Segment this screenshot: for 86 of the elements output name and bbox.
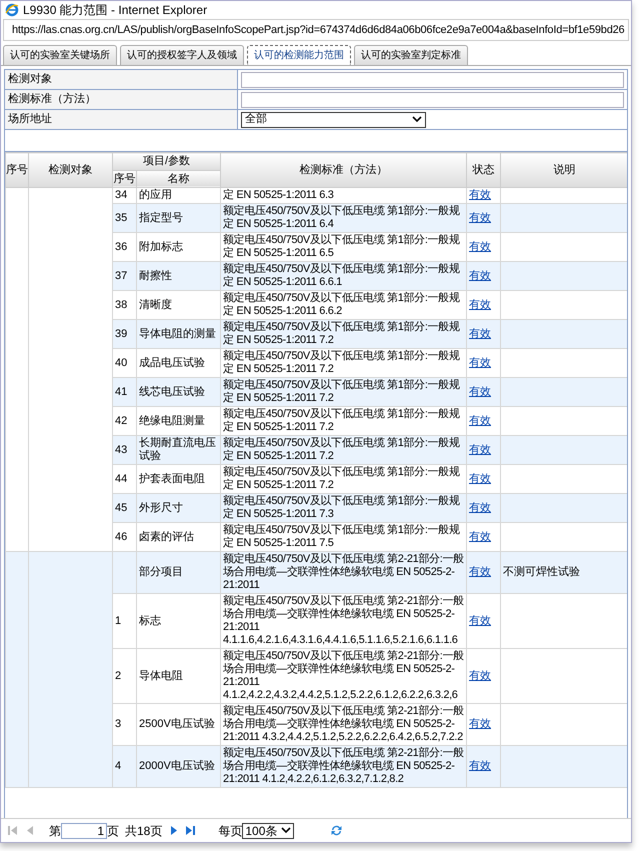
standard-text: 额定电压450/750V及以下低压电缆 第1部分:一般规定 EN 50525-1:2011 6.6.2: [223, 292, 461, 318]
column-header[interactable]: 名称: [136, 170, 220, 188]
item-number: 40: [115, 356, 128, 370]
page-label: 第: [49, 824, 61, 838]
item-number: 1: [115, 614, 122, 628]
item-name: 2500V电压试验: [139, 718, 216, 731]
standard-text: 额定电压450/750V及以下低压电缆 第2-21部分:一般场合用电缆—交联弹性体绝缘软电缆 EN 50525-2-21:2011 4.1.2,4.2.2,4.3.2,4.4.2,5.1.2,5.2.2,6.1.2,6.2.2,6.3.2,6: [223, 650, 464, 702]
item-number: 34: [115, 189, 128, 202]
item-name: 标志: [139, 614, 162, 628]
item-number: 41: [115, 386, 128, 398]
dropdown[interactable]: 全部: [241, 112, 426, 128]
standard-text: 额定电压450/750V及以下低压电缆 第1部分:一般规定 EN 50525-1:2011 7.2: [223, 466, 461, 492]
standard-text: 额定电压450/750V及以下低压电缆 第1部分:一般规定 EN 50525-1:2011 6.4: [223, 205, 461, 231]
item-name: 卤素的评估: [139, 530, 195, 544]
column-header[interactable]: 序号: [112, 170, 136, 188]
tab[interactable]: 认可的检测能力范围: [247, 45, 351, 65]
item-name: 耐擦性: [139, 270, 173, 282]
text-field[interactable]: [241, 72, 624, 88]
item-number: 4: [115, 760, 122, 773]
item-number: 44: [115, 472, 128, 486]
standard-text: 额定电压450/750V及以下低压电缆 第1部分:一般规定 EN 50525-1:2011 6.5: [223, 234, 461, 260]
item-number: 2: [115, 670, 122, 682]
text-field[interactable]: [241, 92, 624, 108]
next-page-icon[interactable]: [168, 825, 180, 836]
item-number: 38: [115, 298, 128, 312]
column-header[interactable]: 序号: [6, 152, 28, 188]
item-name: 导体电阻的测量: [139, 328, 217, 340]
standard-text: 额定电压450/750V及以下低压电缆 第2-21部分:一般场合用电缆—交联弹性体绝缘软电缆 EN 50525-2-21:2011 4.1.2,4.2.2,6.1.2,6.3.2,7.1.2,8.2: [223, 747, 464, 786]
standard-text: 额定电压450/750V及以下低压电缆 第1部分:一般规定 EN 50525-1:2011 6.6.1: [223, 263, 461, 289]
column-header[interactable]: 说明: [500, 152, 627, 188]
column-header[interactable]: 状态: [466, 152, 500, 188]
item-number: 45: [115, 502, 128, 514]
page-field[interactable]: 1: [61, 822, 107, 838]
item-name: 外形尺寸: [139, 502, 184, 514]
refresh-icon[interactable]: [330, 824, 344, 837]
standard-text: 额定电压450/750V及以下低压电缆 第2-21部分:一般场合用电缆—交联弹性体绝缘软电缆 EN 50525-2-21:2011: [223, 553, 464, 592]
last-page-icon[interactable]: [185, 825, 196, 836]
filter-label: 检测对象: [8, 72, 53, 88]
item-name: 长期耐直流电压试验: [139, 437, 217, 463]
standard-text: 额定电压450/750V及以下低压电缆 第1部分:一般规定 EN 50525-1:2011 7.2: [223, 379, 461, 405]
tab[interactable]: 认可的实验室判定标准: [354, 45, 468, 65]
standard-text: 额定电压450/750V及以下低压电缆 第1部分:一般规定 EN 50525-1:2011 7.5: [223, 524, 461, 550]
standard-text: 额定电压450/750V及以下低压电缆 第1部分:一般规定 EN 50525-1:2011 7.2: [223, 437, 461, 463]
item-name: 绝缘电阻测量: [139, 414, 206, 428]
item-number: 42: [115, 414, 128, 428]
item-number: 3: [115, 718, 122, 731]
caret-icon: [412, 116, 422, 123]
standard-text: 额定电压450/750V及以下低压电缆 第1部分:一般规定 EN 50525-1:2011 7.2: [223, 350, 461, 376]
per-page-dropdown[interactable]: 100条: [242, 822, 294, 838]
standard-text: 额定电压450/750V及以下低压电缆 第1部分:一般规定 EN 50525-1:2011 7.2: [223, 321, 461, 347]
item-name: 附加标志: [139, 240, 184, 254]
column-group-header[interactable]: 项目/参数: [112, 152, 220, 170]
standard-text: 定 EN 50525-1:2011 6.3: [223, 189, 334, 202]
item-number: 35: [115, 212, 128, 224]
standard-text: 额定电压450/750V及以下低压电缆 第2-21部分:一般场合用电缆—交联弹性体绝缘软电缆 EN 50525-2-21:2011 4.3.2,4.4.2,5.1.2,5.2.2,6.2.2,6.4.2,6.5.2,7.2.2: [223, 705, 464, 744]
item-name: 成品电压试验: [139, 356, 206, 370]
column-header[interactable]: 检测标准（方法）: [220, 152, 466, 188]
first-page-icon[interactable]: [7, 825, 18, 836]
item-number: 37: [115, 270, 128, 282]
item-name: 的应用: [139, 189, 173, 202]
page-total: 共18页: [125, 822, 162, 840]
item-name: 导体电阻: [139, 670, 184, 682]
standard-text: 额定电压450/750V及以下低压电缆 第2-21部分:一般场合用电缆—交联弹性体绝缘软电缆 EN 50525-2-21:2011 4.1.1.6,4.2.1.6,4.3.1.6,4.4.1.6,5.1.1.6,5.2.1.6,6.1.1.6: [223, 595, 464, 647]
item-name: 清晰度: [139, 298, 173, 312]
standard-text: 额定电压450/750V及以下低压电缆 第1部分:一般规定 EN 50525-1:2011 7.2: [223, 408, 461, 434]
item-name: 指定型号: [139, 212, 184, 224]
note-text: 不测可焊性试验: [503, 566, 581, 579]
tab[interactable]: 认可的实验室关键场所: [3, 45, 117, 65]
caret-icon: [281, 827, 292, 834]
filter-label: 检测标准（方法）: [8, 92, 97, 108]
item-name: 线芯电压试验: [139, 386, 206, 398]
item-number: 36: [115, 240, 128, 254]
item-number: 46: [115, 530, 128, 544]
browser-logo-icon: [5, 3, 19, 17]
page-label: 页: [107, 822, 119, 840]
per-page-label: 每页: [218, 822, 242, 840]
item-name: 2000V电压试验: [139, 760, 216, 773]
item-number: 43: [115, 444, 128, 456]
filter-label: 场所地址: [8, 112, 53, 128]
tab[interactable]: 认可的授权签字人及领域: [120, 45, 244, 65]
standard-text: 额定电压450/750V及以下低压电缆 第1部分:一般规定 EN 50525-1:2011 7.3: [223, 495, 461, 521]
item-name: 部分项目: [139, 566, 184, 579]
item-name: 护套表面电阻: [139, 472, 206, 486]
window-title: L9930 能力范围 - Internet Explorer: [23, 2, 208, 19]
column-header[interactable]: 检测对象: [28, 152, 112, 188]
item-number: 39: [115, 328, 128, 340]
